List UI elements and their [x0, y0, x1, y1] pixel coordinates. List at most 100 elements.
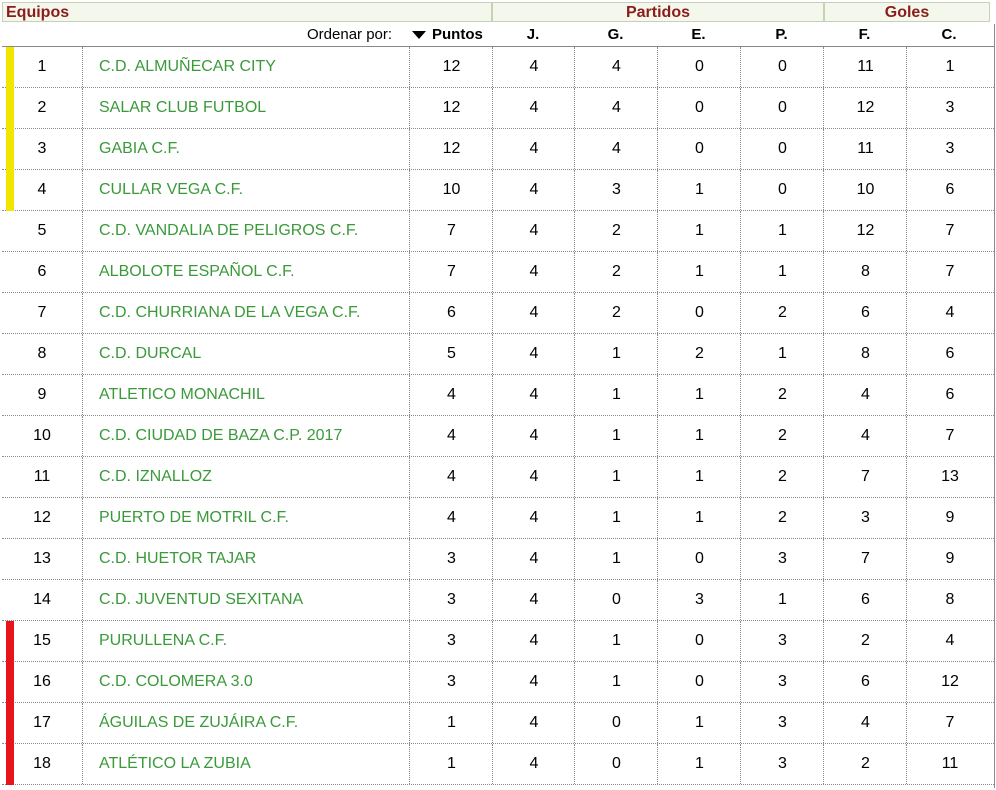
- goals-for-cell: 7: [823, 539, 907, 579]
- column-header-e[interactable]: E.: [657, 24, 740, 46]
- drawn-cell: 1: [657, 170, 741, 210]
- column-header-p[interactable]: P.: [740, 24, 823, 46]
- team-name-link[interactable]: PURULLENA C.F.: [82, 621, 409, 661]
- points-cell: 3: [409, 662, 493, 702]
- lost-cell: 0: [740, 88, 824, 128]
- column-header-j[interactable]: J.: [492, 24, 574, 46]
- team-name-link[interactable]: CULLAR VEGA C.F.: [82, 170, 409, 210]
- table-row: 2 SALAR CLUB FUTBOL 12 4 4 0 0 12 3: [2, 88, 994, 129]
- team-name-link[interactable]: C.D. JUVENTUD SEXITANA: [82, 580, 409, 620]
- team-name-link[interactable]: C.D. HUETOR TAJAR: [82, 539, 409, 579]
- goals-against-cell: 11: [906, 744, 993, 784]
- position-cell: 1: [37, 58, 47, 75]
- column-header-c[interactable]: C.: [906, 24, 992, 46]
- column-header-row: Ordenar por: Puntos J. G. E. P. F. C.: [2, 24, 990, 46]
- team-name-link[interactable]: C.D. DURCAL: [82, 334, 409, 374]
- team-name-link[interactable]: ÁGUILAS DE ZUJÁIRA C.F.: [82, 703, 409, 743]
- drawn-cell: 2: [657, 334, 741, 374]
- table-row: 14 C.D. JUVENTUD SEXITANA 3 4 0 3 1 6 8: [2, 580, 994, 621]
- lost-cell: 3: [740, 703, 824, 743]
- goals-for-cell: 6: [823, 293, 907, 333]
- team-name-link[interactable]: ATLÉTICO LA ZUBIA: [82, 744, 409, 784]
- table-row: 7 C.D. CHURRIANA DE LA VEGA C.F. 6 4 2 0 2 6 4: [2, 293, 994, 334]
- position-cell: 15: [33, 632, 51, 649]
- played-cell: 4: [492, 211, 575, 251]
- team-name-link[interactable]: C.D. CHURRIANA DE LA VEGA C.F.: [82, 293, 409, 333]
- goals-for-cell: 6: [823, 662, 907, 702]
- team-name-link[interactable]: C.D. COLOMERA 3.0: [82, 662, 409, 702]
- standings-table: 1 C.D. ALMUÑECAR CITY 12 4 4 0 0 11 1 2 SALAR CLUB…: [2, 47, 994, 785]
- goals-against-cell: 6: [906, 334, 993, 374]
- position-cell: 5: [37, 222, 47, 239]
- goals-for-cell: 2: [823, 744, 907, 784]
- won-cell: 0: [574, 580, 658, 620]
- goals-for-cell: 8: [823, 334, 907, 374]
- team-name-link[interactable]: SALAR CLUB FUTBOL: [82, 88, 409, 128]
- team-name-link[interactable]: PUERTO DE MOTRIL C.F.: [82, 498, 409, 538]
- goals-for-cell: 2: [823, 621, 907, 661]
- team-name-link[interactable]: C.D. ALMUÑECAR CITY: [82, 47, 409, 87]
- won-cell: 1: [574, 621, 658, 661]
- won-cell: 2: [574, 293, 658, 333]
- position-cell: 16: [33, 673, 51, 690]
- lost-cell: 2: [740, 498, 824, 538]
- played-cell: 4: [492, 416, 575, 456]
- table-row: 8 C.D. DURCAL 5 4 1 2 1 8 6: [2, 334, 994, 375]
- points-cell: 3: [409, 621, 493, 661]
- table-row: 17 ÁGUILAS DE ZUJÁIRA C.F. 1 4 0 1 3 4 7: [2, 703, 994, 744]
- sort-down-icon[interactable]: [412, 31, 426, 39]
- goals-against-cell: 6: [906, 170, 993, 210]
- drawn-cell: 0: [657, 293, 741, 333]
- position-cell: 4: [37, 181, 47, 198]
- goals-against-cell: 9: [906, 498, 993, 538]
- team-name-link[interactable]: GABIA C.F.: [82, 129, 409, 169]
- won-cell: 1: [574, 334, 658, 374]
- sort-label: Ordenar por:: [307, 26, 393, 43]
- points-cell: 3: [409, 580, 493, 620]
- played-cell: 4: [492, 334, 575, 374]
- won-cell: 3: [574, 170, 658, 210]
- table-row: 9 ATLETICO MONACHIL 4 4 1 1 2 4 6: [2, 375, 994, 416]
- played-cell: 4: [492, 293, 575, 333]
- table-row: 18 ATLÉTICO LA ZUBIA 1 4 0 1 3 2 11: [2, 744, 994, 785]
- table-row: 13 C.D. HUETOR TAJAR 3 4 1 0 3 7 9: [2, 539, 994, 580]
- points-cell: 12: [409, 47, 493, 87]
- goals-for-cell: 3: [823, 498, 907, 538]
- goals-against-cell: 6: [906, 375, 993, 415]
- lost-cell: 0: [740, 47, 824, 87]
- goals-against-cell: 3: [906, 88, 993, 128]
- table-row: 1 C.D. ALMUÑECAR CITY 12 4 4 0 0 11 1: [2, 47, 994, 88]
- played-cell: 4: [492, 170, 575, 210]
- drawn-cell: 0: [657, 662, 741, 702]
- won-cell: 1: [574, 416, 658, 456]
- team-name-link[interactable]: ALBOLOTE ESPAÑOL C.F.: [82, 252, 409, 292]
- sort-puntos-link[interactable]: Puntos: [432, 24, 483, 46]
- position-cell: 12: [33, 509, 51, 526]
- position-cell: 9: [37, 386, 47, 403]
- played-cell: 4: [492, 252, 575, 292]
- team-name-link[interactable]: C.D. IZNALLOZ: [82, 457, 409, 497]
- played-cell: 4: [492, 457, 575, 497]
- table-row: 11 C.D. IZNALLOZ 4 4 1 1 2 7 13: [2, 457, 994, 498]
- points-cell: 4: [409, 457, 493, 497]
- column-header-g[interactable]: G.: [574, 24, 657, 46]
- team-name-link[interactable]: C.D. VANDALIA DE PELIGROS C.F.: [82, 211, 409, 251]
- points-cell: 4: [409, 375, 493, 415]
- goals-for-cell: 12: [823, 211, 907, 251]
- drawn-cell: 1: [657, 744, 741, 784]
- position-cell: 14: [33, 591, 51, 608]
- played-cell: 4: [492, 662, 575, 702]
- team-name-link[interactable]: C.D. CIUDAD DE BAZA C.P. 2017: [82, 416, 409, 456]
- played-cell: 4: [492, 47, 575, 87]
- played-cell: 4: [492, 539, 575, 579]
- table-row: 12 PUERTO DE MOTRIL C.F. 4 4 1 1 2 3 9: [2, 498, 994, 539]
- column-header-f[interactable]: F.: [823, 24, 906, 46]
- goals-for-cell: 4: [823, 375, 907, 415]
- goals-for-cell: 6: [823, 580, 907, 620]
- goals-for-cell: 12: [823, 88, 907, 128]
- position-cell: 18: [33, 755, 51, 772]
- won-cell: 0: [574, 744, 658, 784]
- team-name-link[interactable]: ATLETICO MONACHIL: [82, 375, 409, 415]
- position-cell: 6: [37, 263, 47, 280]
- played-cell: 4: [492, 375, 575, 415]
